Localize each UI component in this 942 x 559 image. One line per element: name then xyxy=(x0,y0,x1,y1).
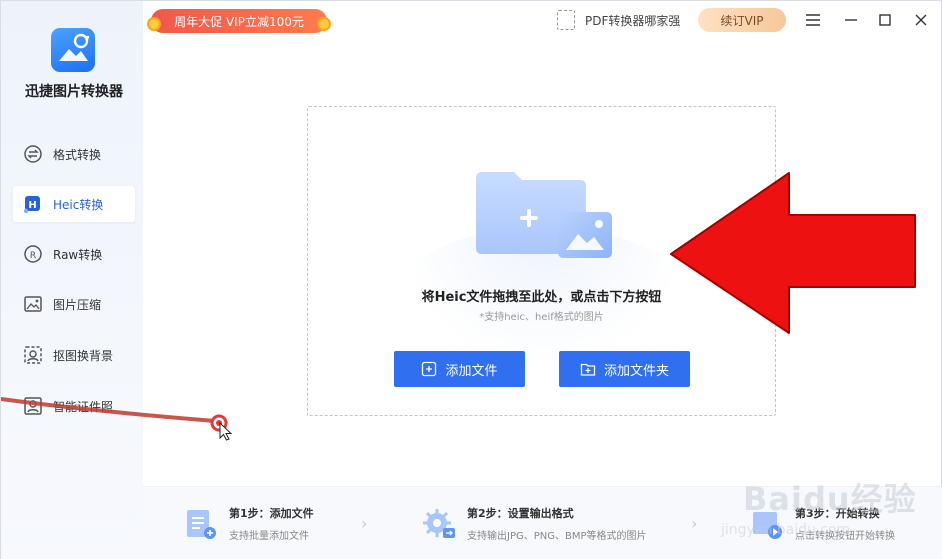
svg-text:H: H xyxy=(28,200,36,211)
heic-icon: H xyxy=(23,194,43,214)
promo-banner[interactable]: 周年大促 VIP立减100元 xyxy=(151,9,327,33)
sidebar-item-label: 格式转换 xyxy=(53,147,102,162)
pdf-ad-text: PDF转换器哪家强 xyxy=(585,13,681,28)
watermark-main: Baidu经验 xyxy=(743,480,917,518)
close-icon[interactable] xyxy=(909,9,933,31)
add-folder-button[interactable]: 添加文件夹 xyxy=(559,351,690,387)
app-window: 迅捷图片转换器 格式转换 H Heic转换 R Raw转换 图片压缩 抠图换背景… xyxy=(0,0,942,559)
sidebar-item-raw[interactable]: R Raw转换 xyxy=(13,236,135,272)
menu-icon[interactable] xyxy=(801,9,825,31)
add-file-step-icon xyxy=(181,504,221,544)
annotation-pen-stroke xyxy=(1,397,233,441)
annotation-arrow-icon xyxy=(670,172,916,334)
app-logo-icon xyxy=(51,28,95,72)
add-folder-icon xyxy=(580,361,596,377)
app-name: 迅捷图片转换器 xyxy=(25,84,123,100)
add-file-label: 添加文件 xyxy=(445,363,498,379)
renew-vip-button[interactable]: 续订VIP xyxy=(698,8,786,32)
sidebar-item-heic[interactable]: H Heic转换 xyxy=(13,186,135,222)
sidebar-item-format-convert[interactable]: 格式转换 xyxy=(13,136,135,172)
sidebar-item-label: 抠图换背景 xyxy=(53,348,114,363)
cutout-icon xyxy=(23,345,43,365)
settings-step-icon xyxy=(419,504,459,544)
pdf-ad-link[interactable]: PDF转换器哪家强 xyxy=(557,10,680,30)
coin-icon xyxy=(147,17,161,31)
maximize-icon[interactable] xyxy=(873,9,897,31)
step-2: 第2步：设置输出格式 支持输出JPG、PNG、BMP等格式的图片 xyxy=(419,487,647,559)
pdf-icon xyxy=(557,10,575,30)
image-compress-icon xyxy=(23,294,43,314)
promo-text: 周年大促 VIP立减100元 xyxy=(174,14,304,29)
sidebar-item-cutout[interactable]: 抠图换背景 xyxy=(13,337,135,373)
raw-icon: R xyxy=(23,244,43,264)
watermark-sub: jingyan.baidu.com xyxy=(721,522,851,538)
watermark: Baidu经验 jingyan.baidu.com xyxy=(721,456,941,556)
sidebar-item-label: Heic转换 xyxy=(53,197,104,212)
step-desc: 支持批量添加文件 xyxy=(229,531,309,542)
add-file-icon xyxy=(421,361,437,377)
format-convert-icon xyxy=(23,144,43,164)
renew-vip-label: 续订VIP xyxy=(720,13,764,28)
add-folder-label: 添加文件夹 xyxy=(603,363,669,379)
coin-icon xyxy=(317,17,331,31)
sidebar: 迅捷图片转换器 格式转换 H Heic转换 R Raw转换 图片压缩 抠图换背景… xyxy=(1,1,143,559)
chevron-right-icon: › xyxy=(361,514,368,533)
step-title: 第1步：添加文件 xyxy=(229,507,314,520)
step-desc: 支持输出JPG、PNG、BMP等格式的图片 xyxy=(467,531,647,542)
chevron-right-icon: › xyxy=(691,514,698,533)
add-file-button[interactable]: 添加文件 xyxy=(394,351,525,387)
sidebar-item-image-compress[interactable]: 图片压缩 xyxy=(13,286,135,322)
svg-text:R: R xyxy=(30,251,36,261)
folder-add-icon xyxy=(476,172,616,266)
sidebar-item-label: 图片压缩 xyxy=(53,297,102,312)
step-1: 第1步：添加文件 支持批量添加文件 xyxy=(181,487,314,559)
minimize-icon[interactable] xyxy=(839,9,863,31)
step-title: 第2步：设置输出格式 xyxy=(467,507,574,520)
sidebar-item-label: Raw转换 xyxy=(53,247,103,262)
